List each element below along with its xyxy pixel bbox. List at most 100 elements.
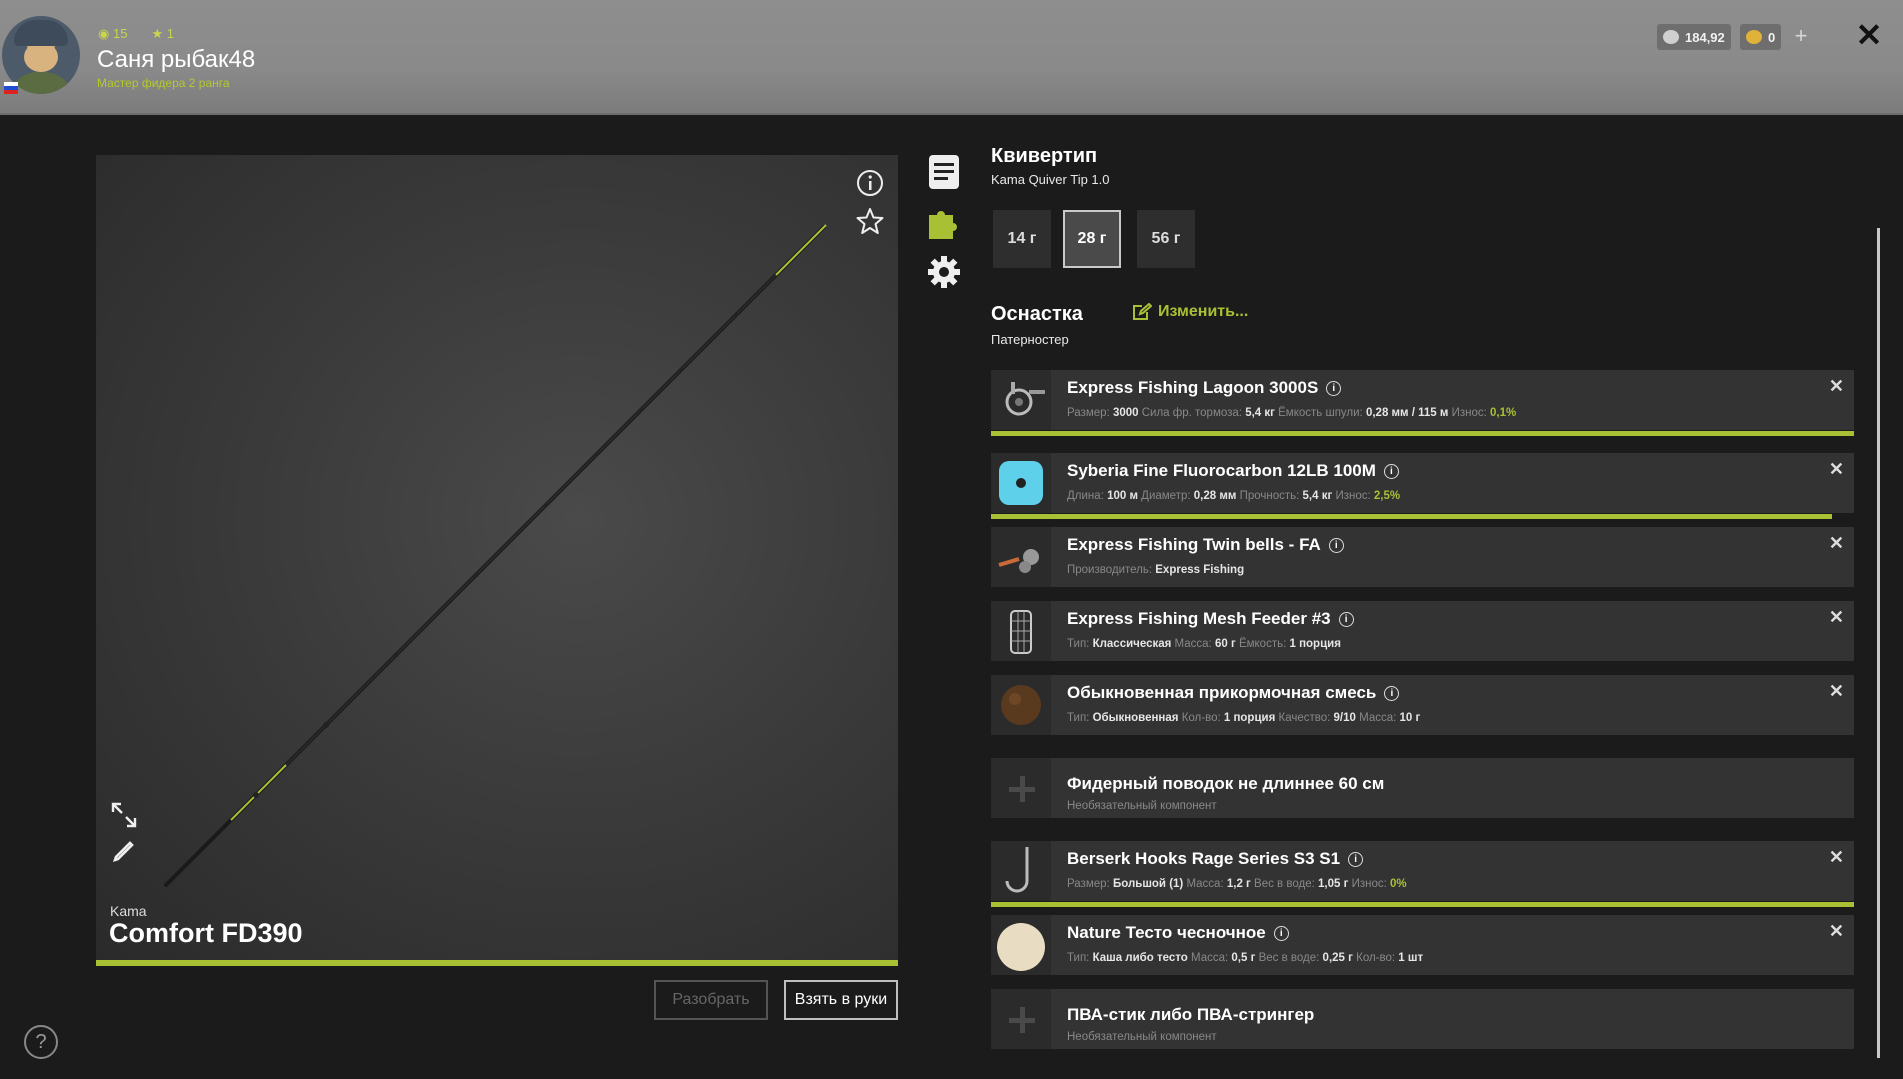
rig-item-row[interactable]: Syberia Fine Fluorocarbon 12LB 100M i Длин… (991, 453, 1854, 519)
property-value: Обыкновенная (1092, 712, 1179, 724)
rig-item-row[interactable]: Express Fishing Twin bells - FA i Производ… (991, 527, 1854, 587)
rig-item-row[interactable]: ПВА-стик либо ПВА-стрингер Необязательный… (991, 989, 1854, 1049)
remove-item-icon[interactable]: ✕ (1829, 847, 1844, 868)
item-name-text: ПВА-стик либо ПВА-стрингер (1067, 1005, 1315, 1024)
property-label: Вес в воде: (1254, 878, 1315, 890)
settings-gear-icon[interactable] (925, 253, 963, 291)
item-name: Express Fishing Lagoon 3000S i (1067, 378, 1342, 398)
quivertip-subtitle: Kama Quiver Tip 1.0 (991, 172, 1110, 187)
property-label: Размер: (1067, 878, 1110, 890)
property-label: Качество: (1278, 712, 1331, 724)
player-rank: Мастер фидера 2 ранга (97, 76, 230, 90)
rod-preview[interactable] (96, 155, 898, 963)
rig-item-row[interactable]: Express Fishing Mesh Feeder #3 i Тип: Клас… (991, 601, 1854, 661)
item-name: Berserk Hooks Rage Series S3 S1 i (1067, 849, 1364, 869)
quivertip-weight-14[interactable]: 14 г (993, 210, 1051, 268)
quivertip-title: Квивертип (991, 145, 1098, 167)
item-name-text: Express Fishing Twin bells - FA (1067, 535, 1321, 554)
info-icon[interactable] (856, 169, 884, 197)
bells-icon (991, 527, 1051, 587)
take-in-hands-button[interactable]: Взять в руки (784, 980, 898, 1020)
item-info-icon[interactable]: i (1326, 381, 1342, 397)
item-name-text: Express Fishing Lagoon 3000S (1067, 378, 1319, 397)
disassemble-button[interactable]: Разобрать (654, 980, 768, 1020)
property-value: 5,4 кг (1302, 490, 1333, 502)
item-info-icon[interactable]: i (1328, 538, 1344, 554)
property-value: 1 порция (1223, 712, 1276, 724)
item-properties: Необязательный компонент (1067, 1031, 1217, 1043)
item-info-icon[interactable]: i (1338, 612, 1354, 628)
rod-model: Comfort FD390 (109, 918, 303, 948)
rig-item-row[interactable]: Berserk Hooks Rage Series S3 S1 i Размер: … (991, 841, 1854, 907)
stars-stat: ★ 1 (151, 26, 174, 41)
property-label: Длина: (1067, 490, 1104, 502)
description-tab-icon[interactable] (925, 153, 963, 191)
property-value: 0,1% (1490, 407, 1517, 419)
add-slot-icon (991, 989, 1051, 1049)
rod-durability-bar (96, 960, 898, 966)
property-label: Ёмкость шпули: (1278, 407, 1363, 419)
item-info-icon[interactable]: i (1348, 852, 1364, 868)
property-label: Сила фр. тормоза: (1141, 407, 1242, 419)
reel-icon (991, 370, 1051, 430)
gold-coin-icon (1746, 30, 1762, 44)
property-value: 1,2 г (1226, 878, 1251, 890)
property-label: Диаметр: (1141, 490, 1191, 502)
add-gold-button[interactable]: + (1790, 24, 1812, 50)
property-value: 5,4 кг (1245, 407, 1275, 419)
rig-item-row[interactable]: Обыкновенная прикормочная смесь i Тип: Обы… (991, 675, 1854, 735)
property-label: Тип: (1067, 712, 1090, 724)
rig-item-row[interactable]: Express Fishing Lagoon 3000S i Размер: 300… (991, 370, 1854, 436)
remove-item-icon[interactable]: ✕ (1829, 681, 1844, 702)
close-icon[interactable]: ✕ (1852, 18, 1886, 52)
property-value: Классическая (1092, 638, 1172, 650)
property-value: Большой (1) (1112, 878, 1184, 890)
remove-item-icon[interactable]: ✕ (1829, 376, 1844, 397)
property-value: 1,05 г (1318, 878, 1349, 890)
edit-rig-link[interactable]: Изменить... (1132, 303, 1248, 321)
item-name: Фидерный поводок не длиннее 60 см (1067, 774, 1384, 794)
property-label: Размер: (1067, 407, 1110, 419)
item-name: Syberia Fine Fluorocarbon 12LB 100M i (1067, 461, 1399, 481)
property-label: Масса: (1174, 638, 1212, 650)
property-label: Производитель: (1067, 564, 1153, 576)
item-info-icon[interactable]: i (1273, 926, 1289, 942)
remove-item-icon[interactable]: ✕ (1829, 533, 1844, 554)
help-icon[interactable]: ? (24, 1025, 58, 1059)
groundbait-icon (991, 675, 1051, 735)
item-name: Express Fishing Twin bells - FA i (1067, 535, 1344, 555)
russia-flag-icon (4, 82, 18, 94)
silver-coin-icon (1663, 30, 1679, 44)
item-durability-bar (991, 902, 1854, 907)
item-info-icon[interactable]: i (1383, 464, 1399, 480)
item-name-text: Фидерный поводок не длиннее 60 см (1067, 774, 1385, 793)
property-value: Каша либо тесто (1092, 952, 1188, 964)
remove-item-icon[interactable]: ✕ (1829, 459, 1844, 480)
rig-item-row[interactable]: Фидерный поводок не длиннее 60 см Необяза… (991, 758, 1854, 818)
property-label: Масса: (1191, 952, 1229, 964)
rig-subtitle: Патерностер (991, 332, 1069, 347)
edit-icon (1133, 303, 1152, 320)
silver-balance: 184,92 (1657, 24, 1731, 50)
rename-pencil-icon[interactable] (110, 837, 138, 865)
quivertip-weight-56[interactable]: 56 г (1137, 210, 1195, 268)
property-value: 0,5 г (1231, 952, 1256, 964)
favorite-star-icon[interactable] (856, 207, 884, 235)
dough-icon (991, 915, 1051, 975)
rig-item-row[interactable]: Nature Тесто чесночное i Тип: Каша либо те… (991, 915, 1854, 975)
remove-item-icon[interactable]: ✕ (1829, 921, 1844, 942)
item-info-icon[interactable]: i (1384, 686, 1400, 702)
property-value: 0,28 мм (1193, 490, 1237, 502)
quivertip-weight-28[interactable]: 28 г (1063, 210, 1121, 268)
line-spool-icon (991, 453, 1051, 513)
components-puzzle-icon[interactable] (925, 203, 963, 241)
fullscreen-icon[interactable] (110, 801, 138, 829)
gold-balance: 0 (1740, 24, 1782, 50)
item-name-text: Berserk Hooks Rage Series S3 S1 (1067, 849, 1341, 868)
item-name: Express Fishing Mesh Feeder #3 i (1067, 609, 1354, 629)
property-value: 1 шт (1398, 952, 1424, 964)
scrollbar[interactable] (1877, 228, 1880, 1058)
property-label: Прочность: (1239, 490, 1300, 502)
item-name: Nature Тесто чесночное i (1067, 923, 1289, 943)
remove-item-icon[interactable]: ✕ (1829, 607, 1844, 628)
